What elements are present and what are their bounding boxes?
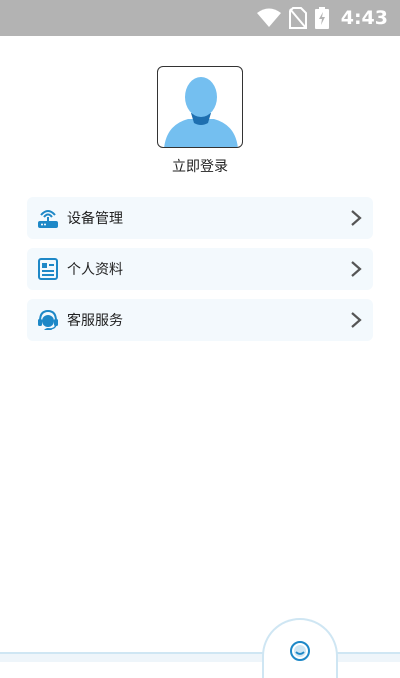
chevron-right-icon xyxy=(349,209,363,227)
chevron-right-icon xyxy=(349,311,363,329)
status-bar: 4:43 xyxy=(0,0,400,36)
profile-card-icon xyxy=(37,258,59,280)
no-sim-icon xyxy=(288,7,307,29)
menu-item-customer-service[interactable]: 客服服务 xyxy=(27,299,373,341)
menu-item-personal-profile[interactable]: 个人资料 xyxy=(27,248,373,290)
battery-charging-icon xyxy=(314,7,329,29)
chevron-right-icon xyxy=(349,260,363,278)
status-time: 4:43 xyxy=(340,7,388,29)
login-link[interactable]: 立即登录 xyxy=(0,156,400,176)
avatar[interactable] xyxy=(157,66,243,148)
menu-item-label: 个人资料 xyxy=(67,262,123,278)
customer-service-icon xyxy=(37,309,59,331)
menu-item-device-management[interactable]: 设备管理 xyxy=(27,197,373,239)
menu-item-label: 客服服务 xyxy=(67,313,123,329)
menu-item-label: 设备管理 xyxy=(67,211,123,227)
smile-face-icon[interactable] xyxy=(289,640,311,662)
default-user-avatar-icon xyxy=(164,77,238,147)
wifi-icon xyxy=(256,8,281,28)
bottom-nav-bar xyxy=(0,652,400,662)
router-icon xyxy=(37,207,59,229)
